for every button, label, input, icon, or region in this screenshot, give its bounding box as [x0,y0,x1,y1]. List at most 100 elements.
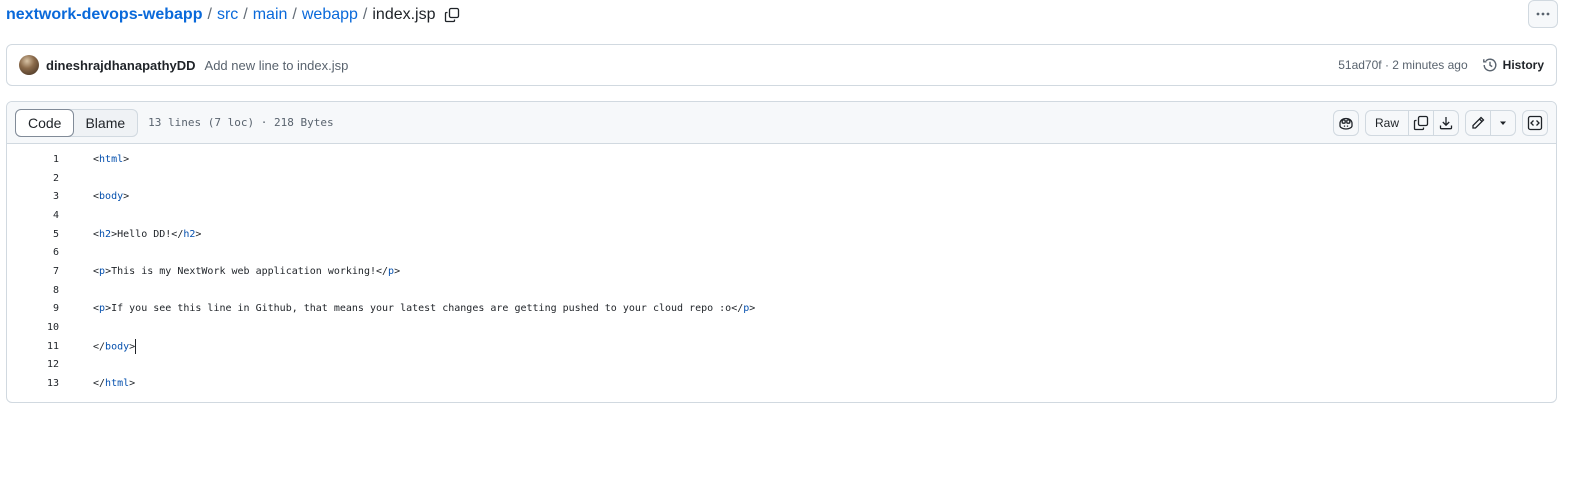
history-button[interactable]: History [1482,57,1544,73]
view-mode-toggle: Code Blame [15,108,139,137]
breadcrumb-separator: / [243,6,248,23]
code-line: 2 [7,169,1556,188]
tag-name: html [99,153,124,165]
line-content: <h2>Hello DD!</h2> [59,229,201,240]
line-number[interactable]: 12 [7,359,59,370]
more-options-button[interactable] [1528,0,1558,28]
kebab-horizontal-icon [1536,12,1550,16]
commit-meta: 51ad70f · 2 minutes ago History [1338,57,1544,73]
breadcrumb-separator: / [292,6,297,23]
download-icon [1439,116,1453,129]
history-label: History [1502,58,1544,72]
line-number[interactable]: 1 [7,154,59,165]
copilot-button[interactable] [1332,109,1359,136]
line-number[interactable]: 9 [7,303,59,314]
code-view[interactable]: 1 <html> 2 3 <body> 4 5 <h2>Hello DD!</h2> 6 7 <p>… [7,144,1556,393]
line-number[interactable]: 3 [7,191,59,202]
file-viewer: Code Blame 13 lines (7 loc) · 218 Bytes … [6,101,1557,403]
tag-name: body [99,191,124,203]
file-info: 13 lines (7 loc) · 218 Bytes [148,116,334,129]
line-content: <p>If you see this line in Github, that … [59,303,755,314]
breadcrumb-separator: / [362,6,368,23]
line-content: <p>This is my NextWork web application w… [59,266,400,277]
latest-commit-bar: dineshrajdhanapathyDD Add new line to in… [6,44,1557,86]
line-number[interactable]: 2 [7,173,59,184]
code-line: 3 <body> [7,187,1556,206]
line-number[interactable]: 7 [7,266,59,277]
line-number[interactable]: 8 [7,285,59,296]
commit-author-link[interactable]: dineshrajdhanapathyDD [46,58,196,73]
breadcrumb-src-link[interactable]: src [217,6,238,24]
tag-bracket: > [195,228,202,240]
line-content: <body> [59,191,129,202]
tab-code[interactable]: Code [15,108,75,137]
raw-button[interactable]: Raw [1364,109,1409,136]
tag-bracket: > [749,303,756,315]
tag-bracket: > [129,378,136,390]
commit-sha-time[interactable]: 51ad70f · 2 minutes ago [1338,58,1467,72]
text-content: Hello DD! [117,228,172,240]
tag-bracket: </ [93,378,106,390]
text-cursor [135,338,137,354]
line-number[interactable]: 10 [7,322,59,333]
line-number[interactable]: 6 [7,247,59,258]
text-content: This is my NextWork web application work… [111,265,376,277]
tag-bracket: > [123,153,130,165]
raw-copy-download-group: Raw [1364,109,1459,136]
code-line: 1 <html> [7,150,1556,169]
edit-menu-button[interactable] [1490,109,1516,136]
tag-name: h2 [99,228,112,240]
history-icon [1482,58,1497,72]
pencil-icon [1472,116,1485,129]
code-line: 11 </body> [7,337,1556,356]
line-number[interactable]: 4 [7,210,59,221]
file-toolbar: Raw [1332,109,1548,136]
avatar[interactable] [19,55,39,75]
line-content: </html> [59,378,135,389]
triangle-down-icon [1500,121,1506,125]
commit-message-link[interactable]: Add new line to index.jsp [205,58,349,73]
breadcrumb-current-file: index.jsp [372,6,436,23]
breadcrumb: nextwork-devops-webapp / src / main / we… [6,4,462,26]
copy-icon [1413,115,1429,130]
tag-name: body [105,341,130,353]
download-button[interactable] [1433,109,1459,136]
breadcrumb-webapp-link[interactable]: webapp [302,6,358,24]
tag-name: h2 [183,228,196,240]
tag-bracket: </ [731,303,744,315]
line-number[interactable]: 11 [7,341,59,352]
code-line: 5 <h2>Hello DD!</h2> [7,225,1556,244]
tab-blame[interactable]: Blame [73,110,137,136]
file-header: Code Blame 13 lines (7 loc) · 218 Bytes … [7,102,1556,144]
breadcrumb-repo-link[interactable]: nextwork-devops-webapp [6,6,202,24]
edit-file-button[interactable] [1465,109,1491,136]
breadcrumb-separator: / [207,6,212,23]
copy-raw-button[interactable] [1408,109,1434,136]
copilot-icon [1339,117,1353,130]
code-line: 4 [7,206,1556,225]
tag-bracket: </ [376,265,389,277]
tag-name: html [105,378,130,390]
line-content: </body> [59,338,137,354]
tag-bracket: > [123,191,130,203]
tag-bracket: > [394,265,401,277]
tag-bracket: </ [171,228,184,240]
text-content: If you see this line in Github, that mea… [111,303,732,315]
line-number[interactable]: 5 [7,229,59,240]
breadcrumb-main-link[interactable]: main [253,6,288,24]
code-line: 8 [7,281,1556,300]
copy-path-button[interactable] [442,5,462,25]
code-line: 13 </html> [7,374,1556,393]
tag-bracket: </ [93,341,106,353]
code-line: 12 [7,356,1556,375]
code-line: 6 [7,243,1556,262]
code-line: 10 [7,318,1556,337]
line-number[interactable]: 13 [7,378,59,389]
copy-icon [444,7,459,23]
edit-group [1465,109,1516,136]
code-line: 9 <p>If you see this line in Github, that… [7,300,1556,319]
symbols-panel-button[interactable] [1522,109,1548,136]
code-square-icon [1527,115,1543,130]
line-content: <html> [59,154,129,165]
code-line: 7 <p>This is my NextWork web application … [7,262,1556,281]
